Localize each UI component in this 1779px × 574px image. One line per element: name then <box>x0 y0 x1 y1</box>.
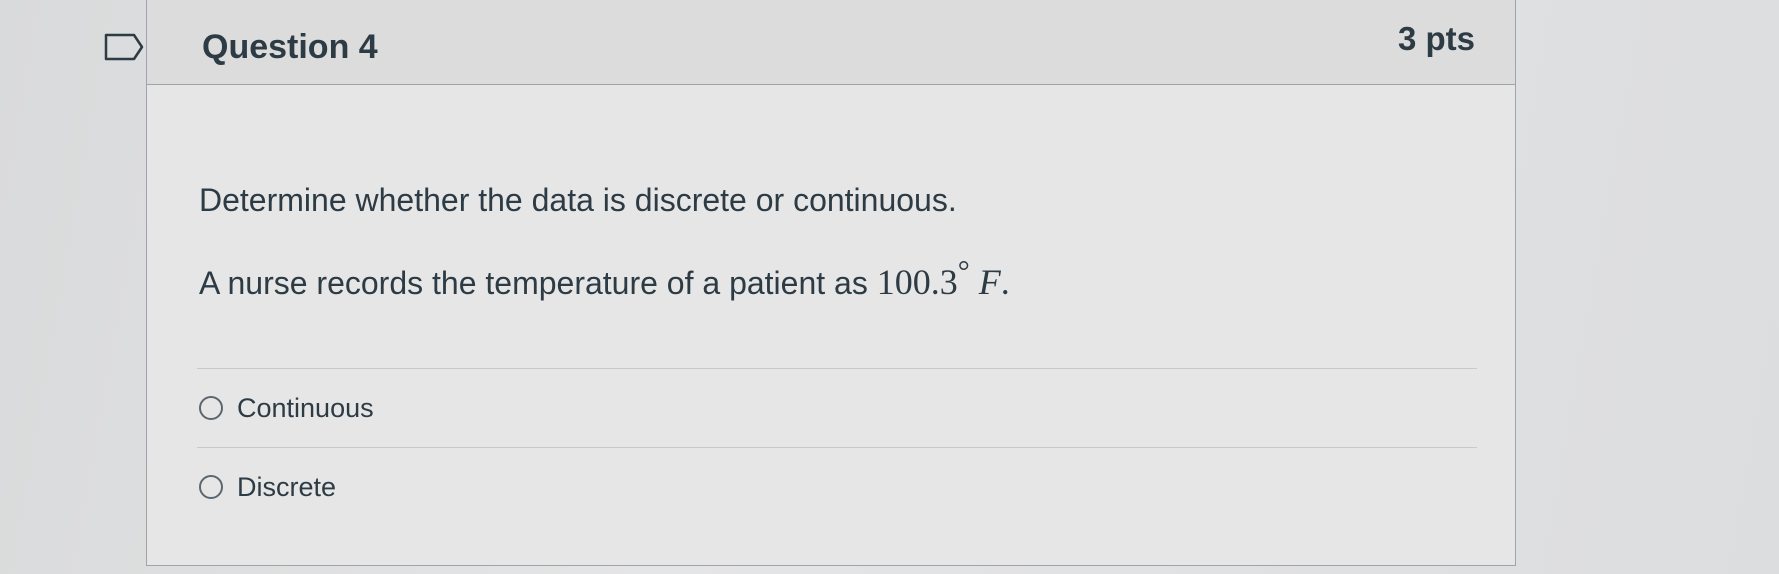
radio-continuous[interactable] <box>199 396 223 420</box>
answer-label-discrete: Discrete <box>237 471 337 502</box>
radio-discrete[interactable] <box>199 475 223 499</box>
temperature-unit: F <box>978 262 1001 302</box>
scenario-text: A nurse records the temperature of a pat… <box>199 265 877 301</box>
degree-symbol: ° <box>957 255 970 288</box>
question-header: Question 4 3 pts <box>147 0 1515 85</box>
flag-icon[interactable] <box>104 32 144 62</box>
answer-option-continuous[interactable]: Continuous <box>199 388 374 428</box>
question-title: Question 4 <box>202 28 378 66</box>
temperature-value: 100.3° F. <box>876 255 1010 302</box>
question-card: Question 4 3 pts Determine whether the d… <box>146 0 1516 566</box>
answer-option-discrete[interactable]: Discrete <box>199 467 336 507</box>
temperature-number: 100.3 <box>876 262 958 302</box>
question-points: 3 pts <box>1397 20 1475 57</box>
answer-divider <box>197 447 1477 448</box>
question-prompt: Determine whether the data is discrete o… <box>199 182 957 218</box>
question-scenario: A nurse records the temperature of a pat… <box>199 255 1010 303</box>
answer-label-continuous: Continuous <box>237 392 374 423</box>
scenario-period: . <box>1000 262 1010 302</box>
answer-divider <box>197 368 1477 369</box>
